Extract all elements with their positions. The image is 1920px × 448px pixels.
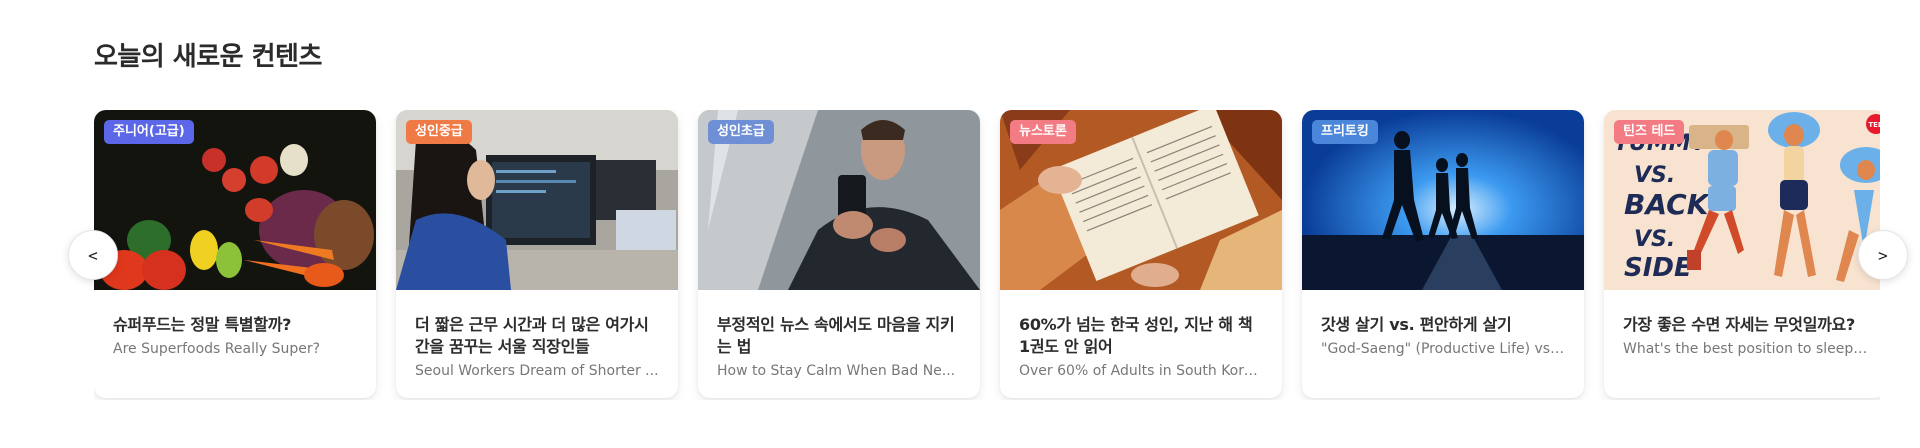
card-subtitle: Are Superfoods Really Super?: [113, 341, 321, 357]
level-badge: 프리토킹: [1312, 120, 1378, 144]
content-card[interactable]: 프리토킹 갓생 살기 vs. 편안하게 살기 "God-Saeng" (Prod…: [1302, 110, 1584, 398]
card-title: 부정적인 뉴스 속에서도 마음을 지키는 법: [717, 315, 955, 356]
card-title: 가장 좋은 수면 자세는 무엇일까요?: [1623, 315, 1855, 334]
card-title: 더 짧은 근무 시간과 더 많은 여가시간을 꿈꾸는 서울 직장인들: [415, 315, 649, 356]
card-title: 60%가 넘는 한국 성인, 지난 해 책 1권도 안 읽어: [1019, 315, 1253, 356]
card-title: 갓생 살기 vs. 편안하게 살기: [1321, 315, 1512, 334]
card-subtitle: How to Stay Calm When Bad Ne...: [717, 363, 956, 379]
card-thumbnail-phone: 성인초급: [698, 110, 980, 290]
content-card[interactable]: 성인중급 더 짧은 근무 시간과 더 많은 여가시간을 꿈꾸는 서울 직장인들 …: [396, 110, 678, 398]
level-badge: 뉴스토론: [1010, 120, 1076, 144]
carousel-next-button[interactable]: >: [1858, 230, 1908, 280]
card-subtitle: Over 60% of Adults in South Kore...: [1019, 363, 1264, 379]
content-card[interactable]: 주니어(고급) 슈퍼푸드는 정말 특별할까? Are Superfoods Re…: [94, 110, 376, 398]
carousel-prev-button[interactable]: <: [68, 230, 118, 280]
illustration-text-vs-2: VS.: [1634, 227, 1675, 252]
content-card[interactable]: 성인초급 부정적인 뉴스 속에서도 마음을 지키는 법 How to Stay …: [698, 110, 980, 398]
ted-logo-text: TED: [1868, 121, 1880, 129]
level-badge: 틴즈 테드: [1614, 120, 1685, 144]
level-badge: 주니어(고급): [104, 120, 194, 144]
card-thumbnail-book: 뉴스토론: [1000, 110, 1282, 290]
content-carousel: 주니어(고급) 슈퍼푸드는 정말 특별할까? Are Superfoods Re…: [94, 110, 1880, 400]
card-subtitle: Seoul Workers Dream of Shorter ...: [415, 363, 659, 379]
card-thumbnail-runners: 프리토킹: [1302, 110, 1584, 290]
section-title: 오늘의 새로운 컨텐츠: [94, 42, 322, 72]
illustration-text-vs-1: VS.: [1634, 163, 1675, 188]
illustration-text-side: SIDE: [1624, 253, 1692, 283]
card-thumbnail-office: 성인중급: [396, 110, 678, 290]
card-subtitle: What's the best position to sleep i...: [1623, 341, 1868, 357]
level-badge: 성인중급: [406, 120, 472, 144]
content-card[interactable]: TUMMY VS. BACK VS. SIDE: [1604, 110, 1880, 398]
level-badge: 성인초급: [708, 120, 774, 144]
carousel-track: 주니어(고급) 슈퍼푸드는 정말 특별할까? Are Superfoods Re…: [94, 110, 1880, 400]
illustration-text-back: BACK: [1624, 188, 1711, 221]
card-thumbnail-vegetables: 주니어(고급): [94, 110, 376, 290]
card-subtitle: "God-Saeng" (Productive Life) vs....: [1321, 341, 1566, 357]
content-card[interactable]: 뉴스토론 60%가 넘는 한국 성인, 지난 해 책 1권도 안 읽어 Over…: [1000, 110, 1282, 398]
card-title: 슈퍼푸드는 정말 특별할까?: [113, 315, 292, 334]
card-thumbnail-sleep: TUMMY VS. BACK VS. SIDE: [1604, 110, 1880, 290]
